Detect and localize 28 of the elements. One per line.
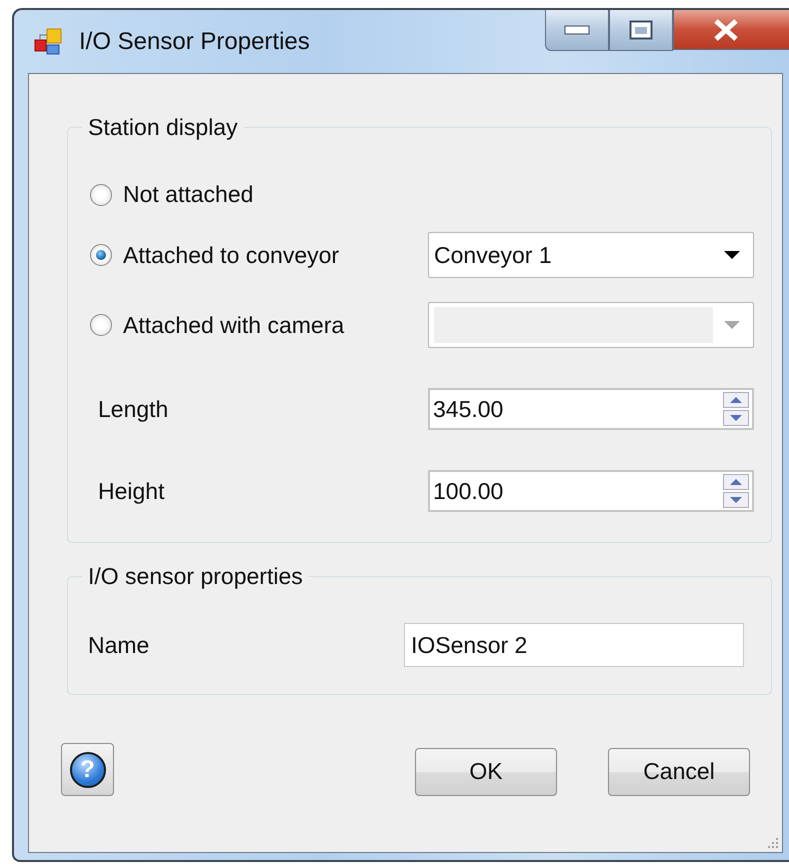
radio-button-selected[interactable] xyxy=(90,244,112,266)
spin-up-icon[interactable] xyxy=(723,392,749,408)
number-spin-field[interactable]: 100.00 xyxy=(428,470,754,512)
radio-button[interactable] xyxy=(90,314,112,336)
radio-label: Not attached xyxy=(123,181,254,208)
radio-label: Attached to conveyor xyxy=(123,242,340,268)
field-label: Height xyxy=(97,478,166,504)
close-icon xyxy=(712,18,740,40)
spin-down-icon[interactable] xyxy=(723,492,749,508)
dialog-button[interactable]: OK xyxy=(415,748,557,796)
minimize-button[interactable] xyxy=(545,10,609,51)
dropdown-field[interactable]: Conveyor 1 xyxy=(428,232,754,278)
radio-button[interactable] xyxy=(90,184,112,206)
field-label: Name xyxy=(87,632,150,658)
maximize-icon xyxy=(629,20,653,40)
close-button[interactable] xyxy=(673,10,789,50)
dialog-button[interactable]: Cancel xyxy=(608,748,750,796)
window-title: I/O Sensor Properties xyxy=(79,28,310,56)
field-label: Length xyxy=(97,396,170,422)
name-field[interactable]: IOSensor 2 xyxy=(404,623,744,667)
app-icon xyxy=(33,27,63,57)
radio-label: Attached with camera xyxy=(123,312,344,338)
minimize-icon xyxy=(564,25,590,35)
resize-grip-icon xyxy=(765,835,779,849)
spin-down-icon[interactable] xyxy=(723,410,749,426)
number-spin-field[interactable]: 345.00 xyxy=(428,388,754,430)
maximize-button[interactable] xyxy=(609,10,673,51)
spin-up-icon[interactable] xyxy=(723,474,749,490)
